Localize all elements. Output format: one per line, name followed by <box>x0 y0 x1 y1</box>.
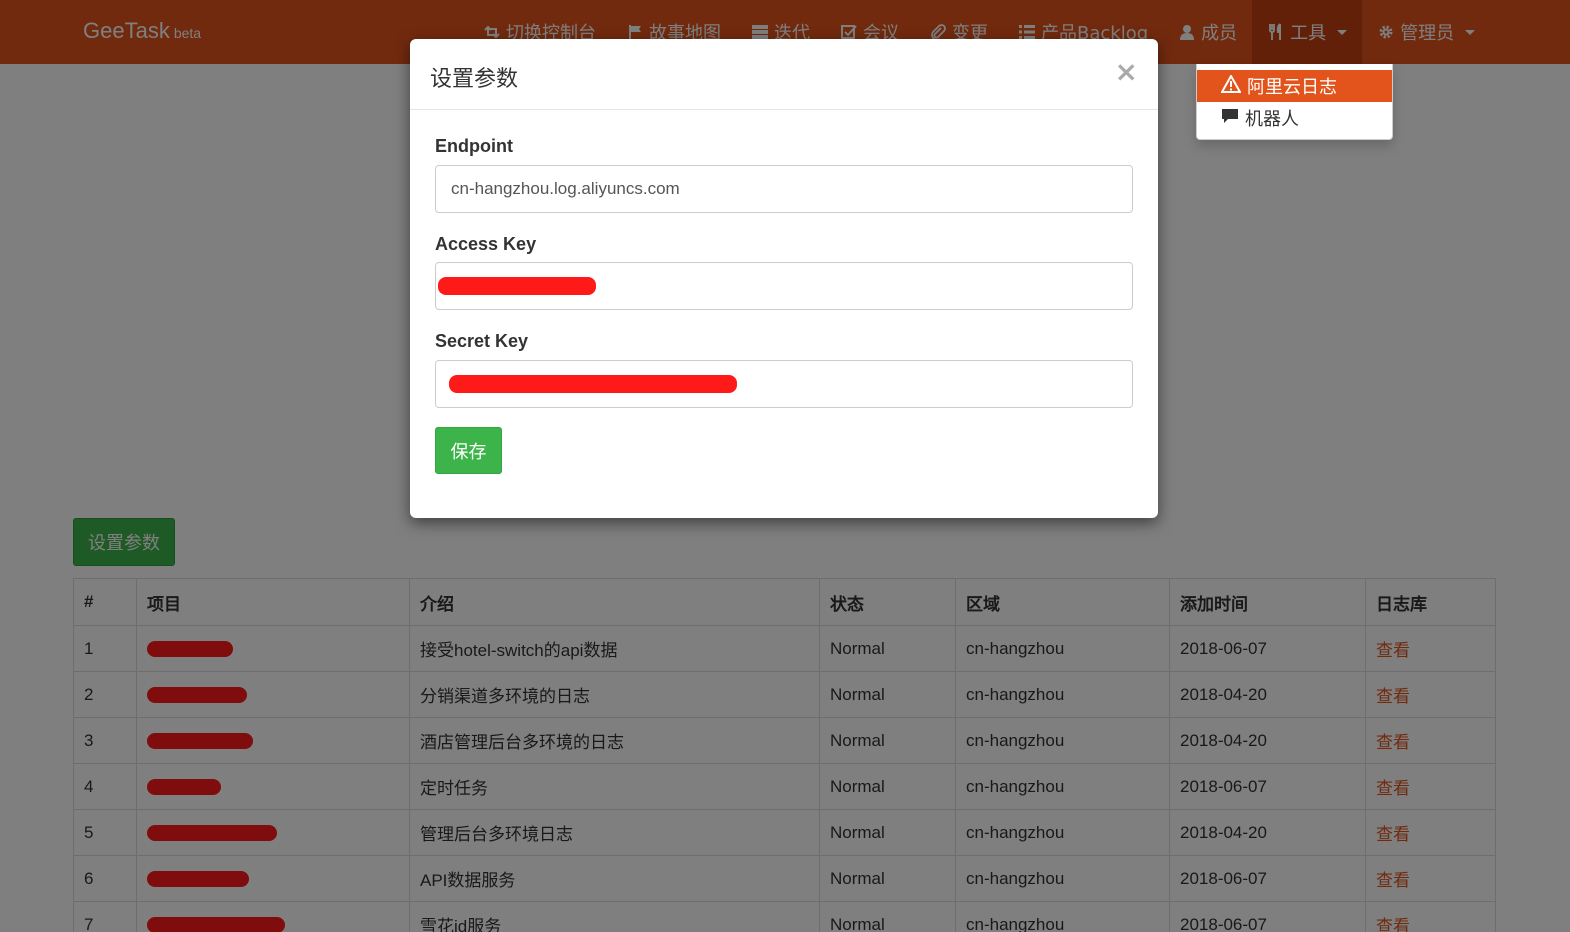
settings-modal: 设置参数 × Endpoint cn-hangzhou.log.aliyuncs… <box>410 39 1158 518</box>
save-button[interactable]: 保存 <box>435 427 502 474</box>
warning-icon <box>1220 73 1242 98</box>
endpoint-input[interactable]: cn-hangzhou.log.aliyuncs.com <box>435 165 1133 213</box>
access-key-input[interactable] <box>435 262 1133 310</box>
access-key-redaction <box>438 277 596 295</box>
endpoint-label: Endpoint <box>435 136 513 156</box>
dropdown-item-label: 阿里云日志 <box>1247 77 1337 98</box>
modal-header: 设置参数 × <box>410 39 1158 110</box>
secret-key-label: Secret Key <box>435 331 529 351</box>
dropdown-item-aliyun-log[interactable]: 阿里云日志 <box>1197 70 1392 102</box>
access-key-label: Access Key <box>435 234 537 254</box>
secret-key-input[interactable] <box>435 360 1133 408</box>
dropdown-item-label: 机器人 <box>1245 109 1299 130</box>
tools-dropdown-menu: 阿里云日志 机器人 <box>1196 64 1393 140</box>
close-icon[interactable]: × <box>1115 55 1138 88</box>
comment-icon <box>1221 108 1239 129</box>
secret-key-redaction <box>449 375 737 393</box>
dropdown-item-robot[interactable]: 机器人 <box>1197 102 1392 134</box>
modal-title: 设置参数 <box>430 67 519 92</box>
